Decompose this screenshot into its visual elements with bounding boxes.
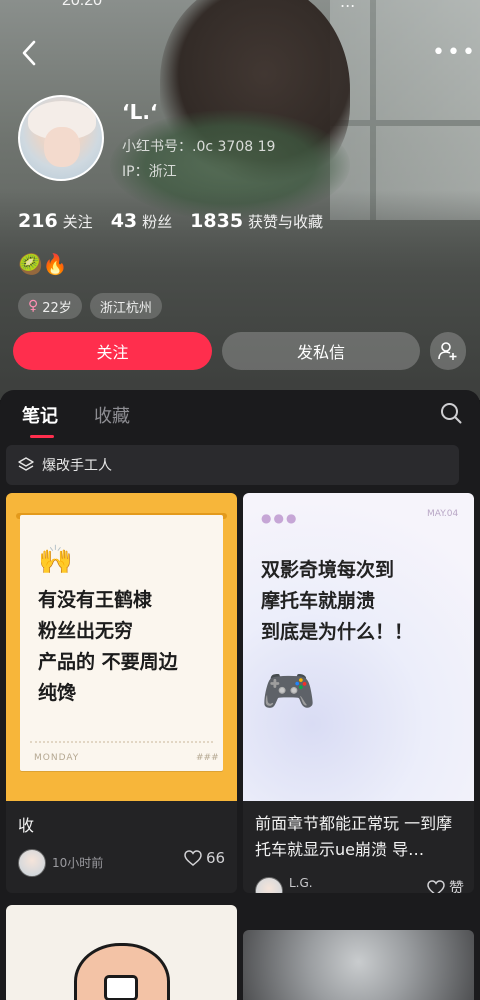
tab-bar: 笔记 收藏: [22, 402, 130, 438]
status-time: 20:20: [62, 0, 103, 9]
female-icon: ♀: [28, 298, 39, 314]
note-card[interactable]: 🙌 有没有王鹤棣 粉丝出无穷 产品的 不要周边 纯馋 MONDAY ### 收 …: [6, 493, 237, 893]
stat-following[interactable]: 216 关注: [18, 210, 93, 232]
message-button[interactable]: 发私信: [222, 332, 420, 370]
red-id[interactable]: 小红书号：.0c 3708 19: [122, 136, 275, 156]
more-icon: •••: [432, 40, 477, 65]
notes-sheet: 笔记 收藏 爆改手工人 🙌 有没有王鹤棣 粉丝出无穷 产品的 不要周边 纯馋 M…: [0, 390, 480, 1000]
note-title: 前面章节都能正常玩 一到摩托车就显示ue崩溃 导…: [255, 814, 453, 859]
note-author[interactable]: 10小时前: [18, 849, 103, 877]
tab-notes[interactable]: 笔记: [22, 402, 58, 438]
add-user-icon: [438, 342, 457, 360]
note-author[interactable]: L.G. 05-04: [255, 875, 324, 893]
bio-emojis: 🥝🔥: [18, 252, 68, 276]
camera-icon: [104, 975, 138, 1000]
layers-icon: [18, 457, 34, 471]
location-tag: 浙江杭州: [89, 293, 162, 319]
status-icons: ...: [340, 0, 356, 11]
stat-likes-collects[interactable]: 1835 获赞与收藏: [190, 210, 323, 232]
nickname: ʻL.ʻ: [122, 100, 158, 124]
more-button[interactable]: •••: [432, 38, 475, 68]
tab-collections[interactable]: 收藏: [94, 402, 130, 438]
gender-age-tag: ♀ 22岁: [18, 293, 82, 319]
ip-location: IP：浙江: [122, 164, 177, 180]
note-cover: ●●● MAY.04 双影奇境每次到 摩托车就崩溃 到底是为什么！！ 🎮: [243, 493, 474, 801]
stats-row: 216 关注 43 粉丝 1835 获赞与收藏: [18, 210, 323, 232]
follow-button[interactable]: 关注: [13, 332, 212, 370]
cover-text: 双影奇境每次到 摩托车就崩溃 到底是为什么！！: [261, 559, 414, 643]
collection-chip[interactable]: 爆改手工人: [6, 445, 459, 485]
avatar: [18, 849, 46, 877]
note-card[interactable]: ●●● MAY.04 双影奇境每次到 摩托车就崩溃 到底是为什么！！ 🎮 前面章…: [243, 493, 474, 893]
like-button[interactable]: 66: [184, 849, 225, 867]
note-cover: [243, 930, 474, 1000]
search-button[interactable]: [440, 402, 464, 426]
profile-header: 20:20 ... ••• ʻL.ʻ 小红书号：.0c 3708 19 IP：浙…: [0, 0, 480, 400]
search-icon: [441, 403, 462, 424]
chevron-left-icon: [22, 40, 36, 66]
note-cover: 🙌 有没有王鹤棣 粉丝出无穷 产品的 不要周边 纯馋 MONDAY ###: [6, 493, 237, 801]
add-user-button[interactable]: [430, 332, 466, 370]
note-cover: [6, 905, 237, 1000]
stat-followers[interactable]: 43 粉丝: [111, 210, 172, 232]
cover-text: 有没有王鹤棣 粉丝出无穷 产品的 不要周边 纯馋: [38, 589, 178, 704]
gamepad-icon: 🎮: [261, 666, 316, 717]
avatar: [255, 877, 283, 893]
background-window: [330, 0, 480, 220]
note-card[interactable]: [6, 905, 237, 1000]
profile-tags: ♀ 22岁 浙江杭州: [18, 293, 162, 319]
avatar[interactable]: [18, 95, 104, 181]
note-card[interactable]: [243, 930, 474, 1000]
raised-hands-icon: 🙌: [38, 543, 73, 576]
heart-icon: [184, 850, 202, 866]
note-title: 收: [18, 816, 35, 835]
heart-icon: [427, 879, 445, 893]
like-button[interactable]: 赞: [427, 877, 464, 893]
back-button[interactable]: [14, 38, 44, 68]
